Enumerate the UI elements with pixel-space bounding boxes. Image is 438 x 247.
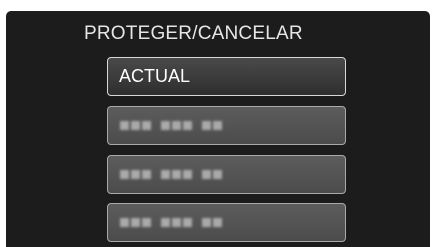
- blurred-glyph: [183, 170, 192, 179]
- blurred-glyph: [183, 121, 192, 130]
- menu-item-actual[interactable]: ACTUAL: [107, 57, 346, 96]
- blurred-glyph: [142, 170, 151, 179]
- camera-menu-screen: PROTEGER/CANCELAR ACTUAL: [0, 0, 438, 247]
- menu-item-date-1[interactable]: [107, 106, 346, 145]
- blurred-glyph: [120, 121, 129, 130]
- blurred-glyph: [202, 121, 211, 130]
- blurred-glyph: [131, 218, 140, 227]
- blurred-glyph: [120, 170, 129, 179]
- blurred-glyph: [172, 170, 181, 179]
- blurred-glyph: [142, 121, 151, 130]
- blurred-glyph: [172, 218, 181, 227]
- blurred-glyph: [161, 170, 170, 179]
- screen-title: PROTEGER/CANCELAR: [84, 23, 303, 44]
- blurred-glyph: [213, 170, 222, 179]
- blurred-glyph: [202, 218, 211, 227]
- menu-item-date-2[interactable]: [107, 155, 346, 194]
- menu-item-label: ACTUAL: [119, 66, 191, 86]
- blurred-glyph: [142, 218, 151, 227]
- blurred-glyph: [202, 170, 211, 179]
- blurred-glyph: [183, 218, 192, 227]
- blurred-glyph: [213, 218, 222, 227]
- blurred-glyph: [131, 170, 140, 179]
- blurred-glyph: [213, 121, 222, 130]
- blurred-glyph: [161, 218, 170, 227]
- blurred-glyph: [131, 121, 140, 130]
- blurred-glyph: [120, 218, 129, 227]
- menu-item-date-3[interactable]: [107, 203, 346, 242]
- blurred-glyph: [172, 121, 181, 130]
- blurred-glyph: [161, 121, 170, 130]
